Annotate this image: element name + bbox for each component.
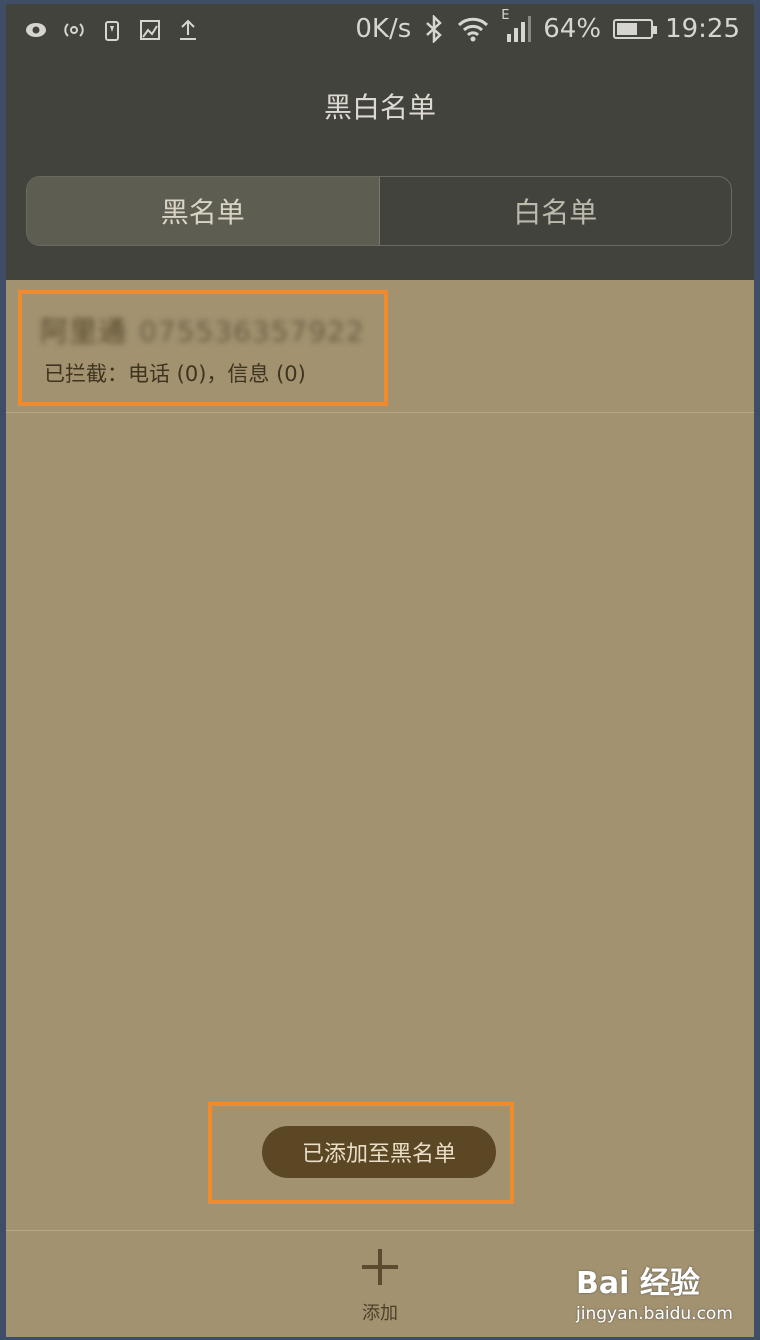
add-button[interactable]: 添加 [350,1249,410,1329]
battery-alert-icon [105,21,119,41]
watermark-logo: Bai 经验 [576,1258,746,1302]
signal-icon: E [501,8,532,44]
battery-percent: 64% [543,14,602,44]
watermark-url: jingyan.baidu.com [576,1304,733,1324]
clock: 19:25 [665,14,740,44]
bluetooth-icon [426,15,443,43]
image-icon [140,20,160,40]
status-bar: 0K/s E 64% 19:25 [6,4,754,60]
highlight-box-toast [208,1102,514,1204]
wifi-icon [458,17,489,42]
baidu-watermark: Bai 经验 jingyan.baidu.com [576,1258,746,1328]
highlight-box-contact [18,290,388,406]
network-speed: 0K/s [355,14,412,44]
watermark-logo-text: Bai 经验 [576,1266,700,1301]
upload-icon [180,19,196,40]
hotspot-icon [64,23,84,37]
app-header: 黑白名单 黑名单 白名单 [6,60,754,280]
tab-blacklist[interactable]: 黑名单 [27,177,380,245]
blacklist-content: 阿里通 075536357922 已拦截：电话 (0)，信息 (0) 已添加至黑名… [6,280,754,1230]
add-label: 添加 [362,1303,398,1324]
eye-icon [26,23,46,37]
tab-whitelist[interactable]: 白名单 [380,177,732,245]
list-type-tabs: 黑名单 白名单 [26,176,732,246]
plus-icon [362,1249,398,1285]
page-title: 黑白名单 [323,91,436,124]
battery-icon [613,19,658,39]
